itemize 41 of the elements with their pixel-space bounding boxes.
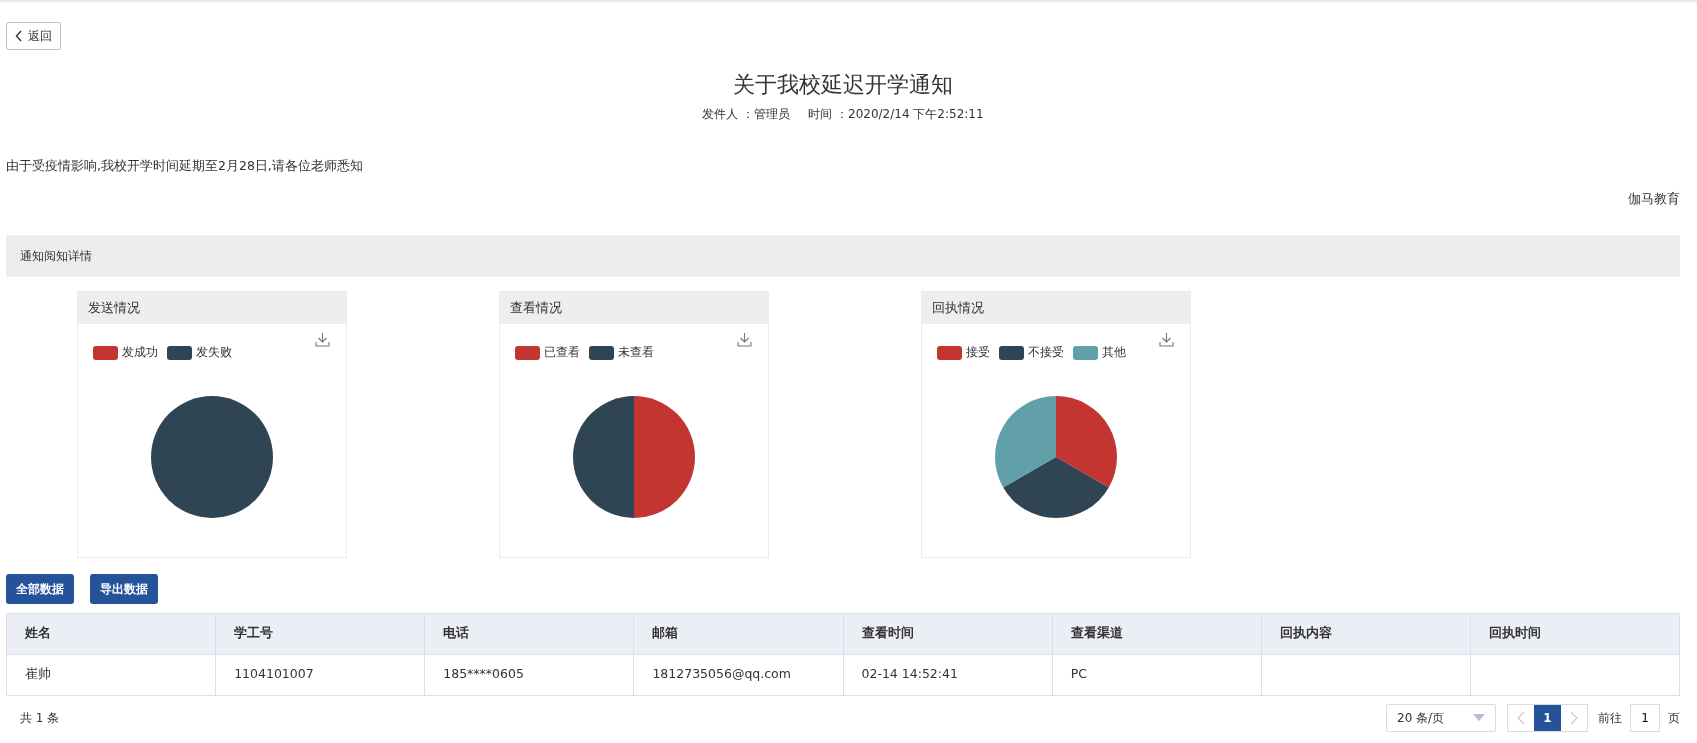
legend-label: 发失败 [196, 344, 232, 362]
chart-title: 回执情况 [932, 299, 984, 315]
legend-label: 已查看 [544, 344, 580, 362]
legend-label: 未查看 [618, 344, 654, 362]
chart-title: 发送情况 [88, 299, 140, 315]
chart-title: 查看情况 [510, 299, 562, 315]
goto-label: 前往 [1598, 709, 1622, 727]
sender-label: 发件人 ： [702, 107, 755, 121]
legend-label: 接受 [966, 344, 990, 362]
column-header: 回执时间 [1470, 613, 1680, 654]
column-header: 查看时间 [843, 613, 1053, 654]
table-cell: 1104101007 [215, 654, 425, 695]
action-button[interactable]: 导出数据 [90, 573, 158, 604]
send-time: 2020/2/14 下午2:52:11 [848, 107, 984, 121]
table-cell: PC [1052, 654, 1262, 695]
section-title: 通知阅知详情 [20, 248, 92, 263]
sender-name: 管理员 [754, 107, 791, 121]
notice-body: 由于受疫情影响,我校开学时间延期至2月28日,请各位老师悉知 [6, 158, 363, 173]
table-cell: 崔帅 [6, 654, 216, 695]
column-header: 电话 [424, 613, 634, 654]
column-header: 邮箱 [633, 613, 843, 654]
column-header: 学工号 [215, 613, 425, 654]
notice-title: 关于我校延迟开学通知 [732, 71, 954, 99]
page-number[interactable]: 1 [1534, 704, 1561, 731]
column-header: 查看渠道 [1052, 613, 1262, 654]
column-header: 回执内容 [1261, 613, 1471, 654]
legend-label: 不接受 [1028, 344, 1064, 362]
legend-label: 其他 [1102, 344, 1126, 362]
time-label: 时间 ： [808, 107, 848, 121]
page-unit: 页 [1668, 709, 1680, 727]
page-size-select[interactable]: 20 条/页 [1386, 703, 1496, 732]
page-input[interactable]: 1 [1630, 703, 1660, 732]
column-header: 姓名 [6, 613, 216, 654]
notice-signature: 伽马教育 [1628, 190, 1680, 206]
legend-label: 发成功 [122, 344, 158, 362]
total-count: 共 1 条 [20, 709, 60, 727]
table-cell: 185****0605 [424, 654, 634, 695]
table-cell: 1812735056@qq.com [633, 654, 843, 695]
table-cell: 02-14 14:52:41 [843, 654, 1053, 695]
action-button[interactable]: 全部数据 [6, 573, 74, 604]
back-button[interactable]: 返回 [6, 22, 61, 50]
